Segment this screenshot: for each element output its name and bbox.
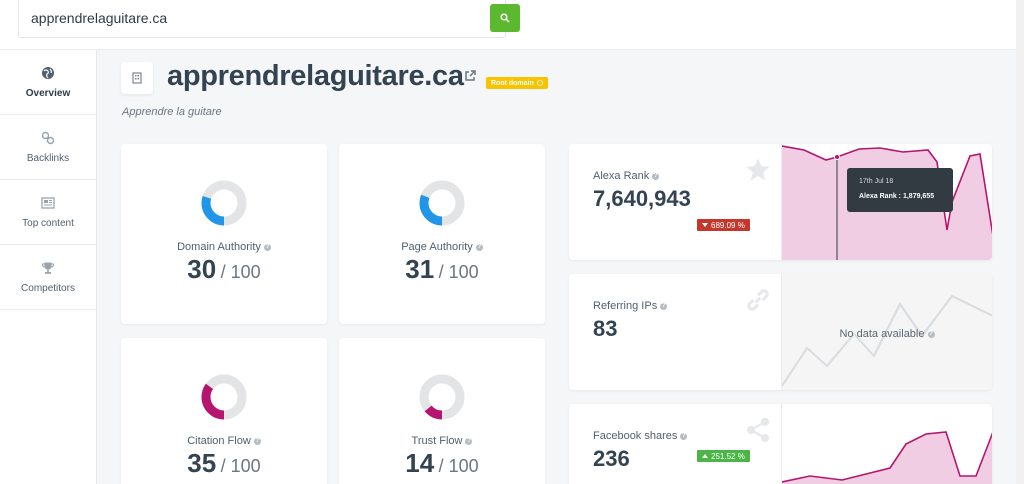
metric-value: 31 / 100	[405, 254, 479, 284]
sidebar-item-competitors[interactable]: Competitors	[0, 245, 96, 310]
root-domain-badge: Root domain	[486, 77, 548, 89]
trophy-icon	[41, 262, 55, 274]
domain-icon-box	[121, 62, 153, 94]
facebook-shares-chart	[781, 404, 992, 484]
facebook-delta-badge: 251.52 %	[697, 450, 750, 462]
metric-label: Domain Authority?	[177, 241, 271, 253]
caret-down-icon	[702, 223, 708, 227]
main-content: apprendrelaguitare.ca Root domain Appren…	[97, 50, 1024, 484]
citation-flow-donut	[201, 374, 247, 420]
no-data-message: No data available?	[839, 328, 935, 340]
page-authority-card: Page Authority? 31 / 100	[339, 144, 545, 324]
referring-ips-chart: No data available?	[781, 274, 992, 390]
metric-value: 35 / 100	[187, 448, 261, 478]
search-icon	[500, 13, 510, 23]
help-icon[interactable]: ?	[465, 437, 473, 445]
caret-up-icon	[702, 454, 708, 458]
alexa-rank-chart: 17th Jul 18 Alexa Rank : 1,879,655	[781, 144, 992, 260]
trust-flow-donut	[419, 374, 465, 420]
sidebar-item-label: Overview	[25, 87, 71, 99]
stat-label: Alexa Rank?	[593, 170, 660, 182]
stat-label: Referring IPs?	[593, 300, 668, 312]
info-icon	[536, 80, 543, 86]
metric-value: 30 / 100	[187, 254, 261, 284]
share-icon	[746, 417, 770, 443]
domain-authority-donut	[201, 180, 247, 226]
page-title: apprendrelaguitare.ca	[167, 60, 464, 92]
scrollbar[interactable]	[1016, 0, 1024, 484]
stat-label: Facebook shares?	[593, 430, 688, 442]
search-input[interactable]	[31, 8, 461, 28]
stat-value: 236	[593, 446, 630, 471]
page-subtitle: Apprendre la guitare	[122, 106, 222, 118]
help-icon[interactable]: ?	[475, 243, 483, 251]
star-icon	[746, 158, 770, 181]
external-link-icon[interactable]	[463, 69, 477, 83]
alexa-rank-card: Alexa Rank? 7,640,943 689.09 % 17th Jul …	[569, 144, 992, 260]
building-icon	[132, 72, 142, 84]
sidebar: Overview Backlinks Top content Competito…	[0, 50, 97, 484]
metric-label: Page Authority?	[401, 241, 483, 253]
sidebar-item-label: Backlinks	[26, 152, 70, 164]
sidebar-item-label: Top content	[22, 217, 74, 229]
badge-label: Root domain	[491, 79, 534, 87]
trust-flow-card: Trust Flow? 14 / 100	[339, 338, 545, 484]
metric-label: Citation Flow?	[187, 435, 261, 447]
help-icon[interactable]: ?	[927, 330, 935, 338]
sidebar-item-top-content[interactable]: Top content	[0, 180, 96, 245]
domain-authority-card: Domain Authority? 30 / 100	[121, 144, 327, 324]
link-icon	[41, 131, 55, 144]
help-icon[interactable]: ?	[652, 172, 660, 180]
search-box	[18, 0, 520, 38]
page-authority-donut	[419, 180, 465, 226]
referring-ips-card: Referring IPs? 83 No data available?	[569, 274, 992, 390]
metric-value: 14 / 100	[405, 448, 479, 478]
sidebar-item-backlinks[interactable]: Backlinks	[0, 115, 96, 180]
alexa-delta-badge: 689.09 %	[697, 219, 750, 231]
top-bar	[0, 0, 1024, 50]
search-button[interactable]	[490, 4, 520, 32]
metric-label: Trust Flow?	[411, 435, 473, 447]
globe-icon	[42, 66, 54, 79]
sidebar-item-label: Competitors	[21, 282, 75, 294]
help-icon[interactable]: ?	[263, 243, 271, 251]
tooltip-value: Alexa Rank : 1,879,655	[859, 193, 935, 200]
chain-link-icon	[747, 289, 769, 311]
chart-tooltip: 17th Jul 18 Alexa Rank : 1,879,655	[847, 168, 953, 212]
sidebar-item-overview[interactable]: Overview	[0, 50, 96, 115]
help-icon[interactable]: ?	[253, 437, 261, 445]
newspaper-icon	[41, 196, 55, 209]
tooltip-date: 17th Jul 18	[859, 178, 894, 185]
help-icon[interactable]: ?	[680, 432, 688, 440]
citation-flow-card: Citation Flow? 35 / 100	[121, 338, 327, 484]
stat-value: 7,640,943	[593, 186, 691, 211]
help-icon[interactable]: ?	[660, 302, 668, 310]
stat-value: 83	[593, 316, 618, 341]
facebook-shares-card: Facebook shares? 236 251.52 %	[569, 404, 992, 484]
